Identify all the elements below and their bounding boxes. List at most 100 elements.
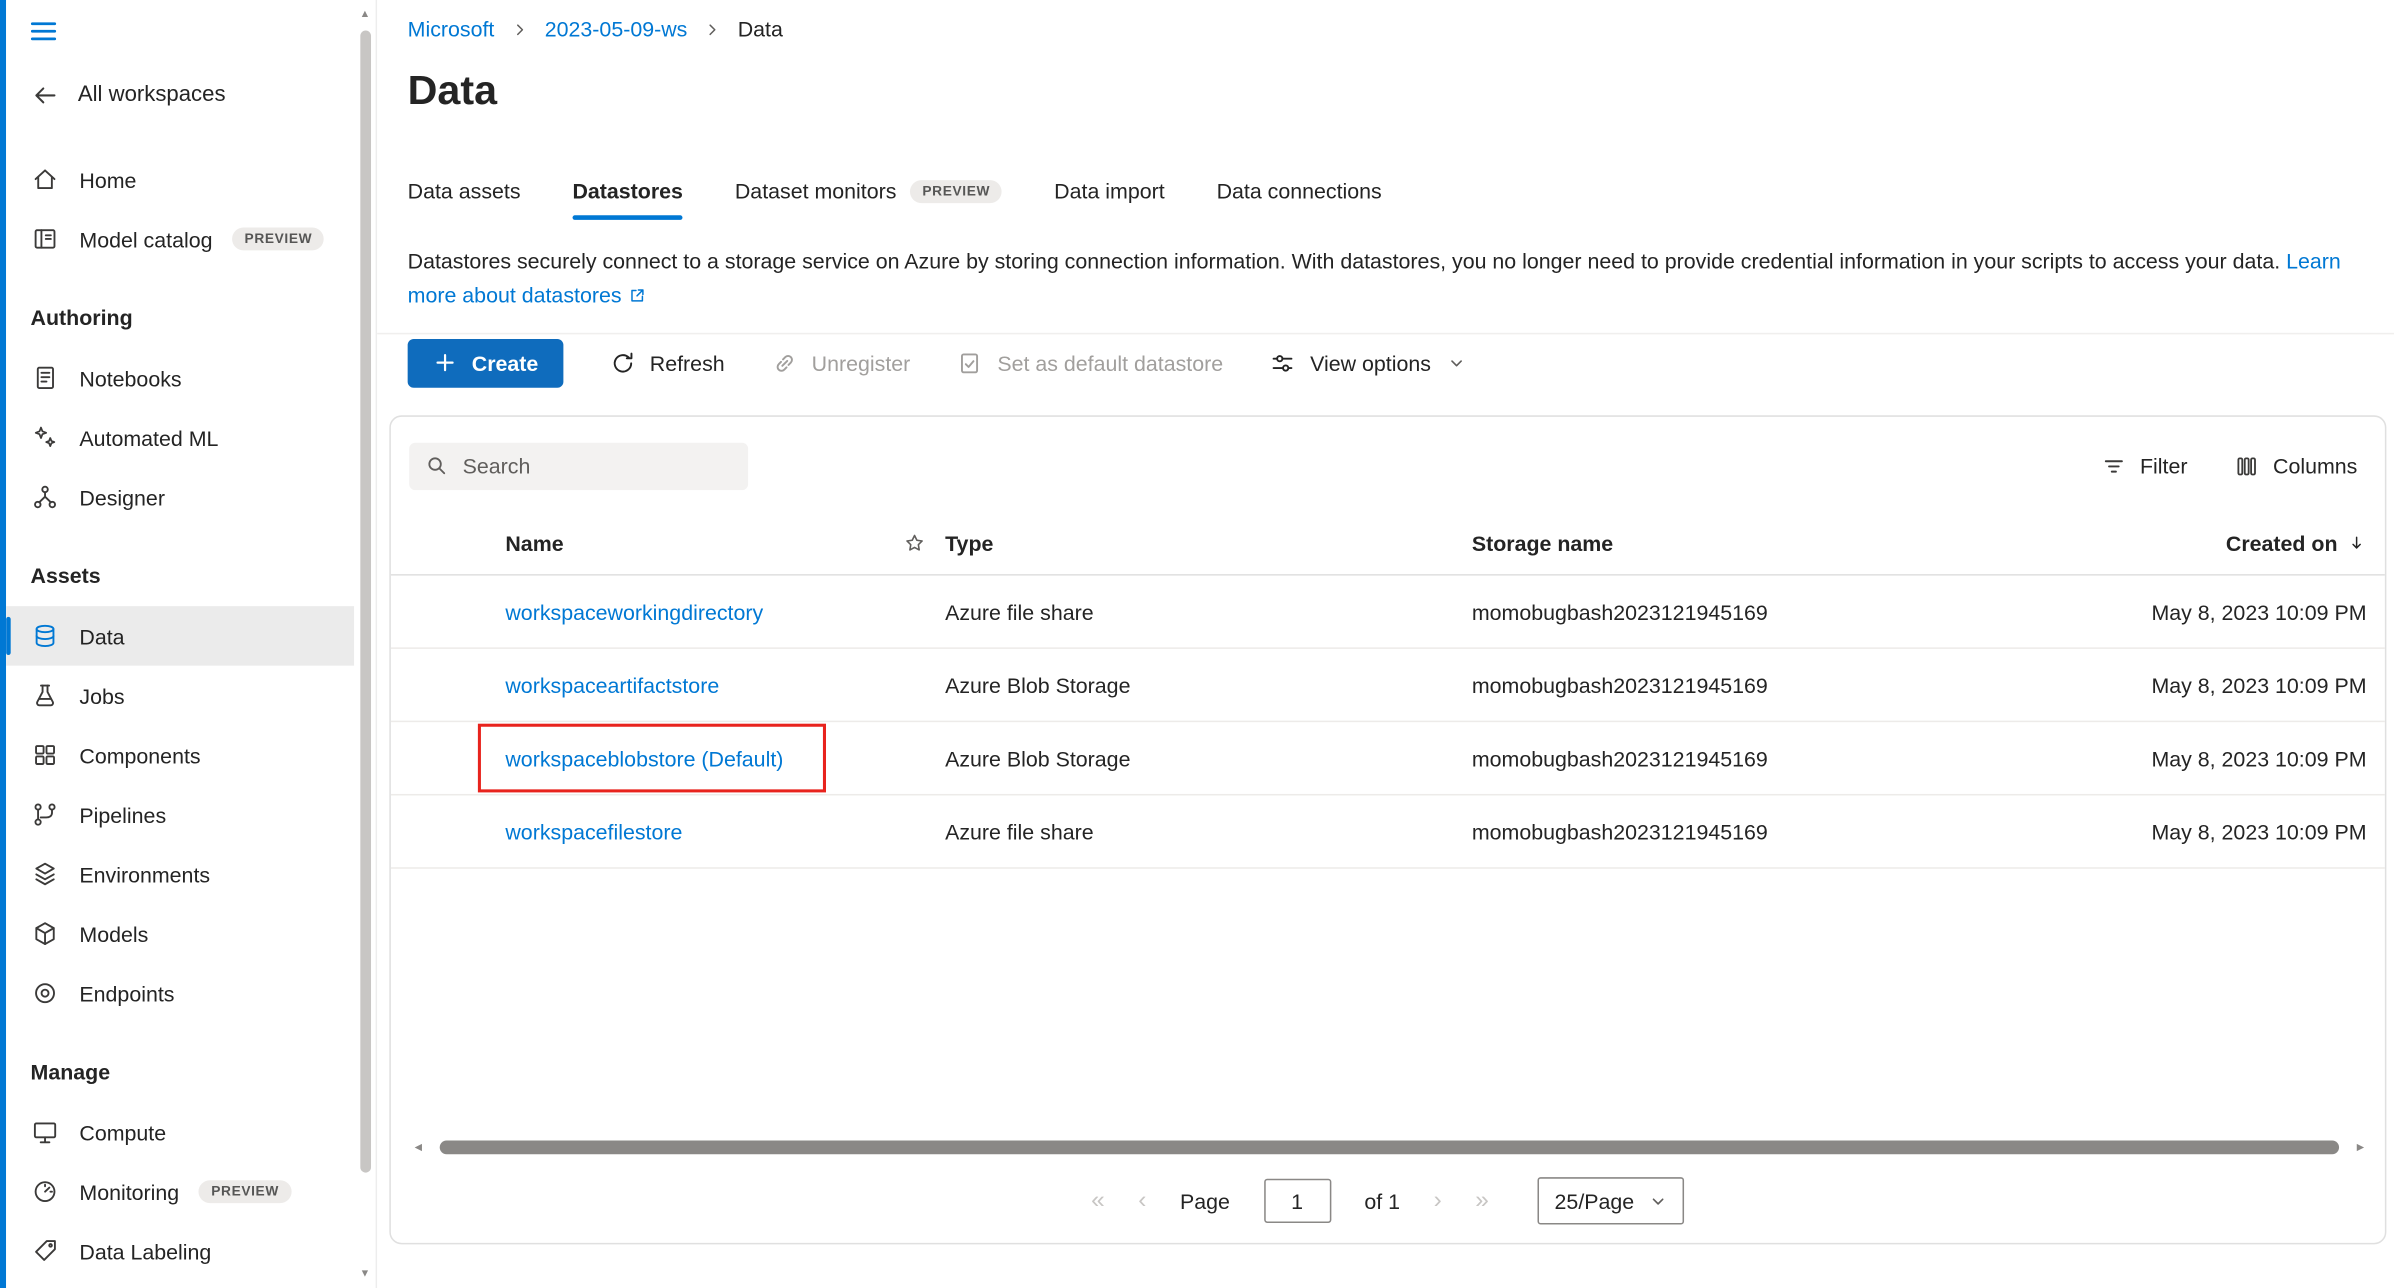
tab-datastores[interactable]: Datastores — [572, 179, 683, 220]
breadcrumb-item-workspace[interactable]: 2023-05-09-ws — [545, 17, 688, 41]
page-title: Data — [408, 67, 497, 114]
page-size-select[interactable]: 25/Page — [1538, 1177, 1685, 1224]
datastores-description: Datastores securely connect to a storage… — [408, 244, 2373, 311]
chevron-right-icon — [511, 21, 528, 38]
unregister-button[interactable]: Unregister — [770, 349, 910, 376]
sidebar-item-environments[interactable]: Environments — [6, 844, 354, 904]
nav-label: Monitoring — [79, 1179, 179, 1203]
page-number-input[interactable] — [1264, 1179, 1331, 1223]
nav-label: Model catalog — [79, 227, 212, 251]
breadcrumb-item-microsoft[interactable]: Microsoft — [408, 17, 495, 41]
set-default-datastore-button[interactable]: Set as default datastore — [956, 349, 1223, 376]
section-title-manage: Manage — [6, 1041, 354, 1102]
section-title-authoring: Authoring — [6, 287, 354, 348]
sidebar-item-monitoring[interactable]: Monitoring PREVIEW — [6, 1162, 354, 1222]
sidebar-scrollbar-thumb[interactable] — [360, 31, 371, 1173]
table-row[interactable]: workspaceblobstore (Default) Azure Blob … — [391, 722, 2385, 795]
nav-label: Environments — [79, 862, 210, 886]
all-workspaces-back-button[interactable]: All workspaces — [6, 70, 354, 119]
sidebar-item-endpoints[interactable]: Endpoints — [6, 963, 354, 1023]
columns-icon — [2233, 453, 2259, 479]
models-cube-icon — [31, 919, 60, 948]
refresh-button[interactable]: Refresh — [609, 349, 725, 376]
last-page-button[interactable]: » — [1475, 1189, 1489, 1213]
unregister-link-icon — [770, 349, 797, 376]
sidebar-item-designer[interactable]: Designer — [6, 467, 354, 527]
previous-page-button[interactable]: ‹ — [1138, 1189, 1146, 1213]
chevron-down-icon — [1649, 1192, 1667, 1210]
cell-storage-name: momobugbash2023121945169 — [1472, 673, 2019, 697]
cell-created-on: May 8, 2023 10:09 PM — [2018, 673, 2384, 697]
table-row[interactable]: workspaceartifactstore Azure Blob Storag… — [391, 649, 2385, 722]
breadcrumb: Microsoft 2023-05-09-ws Data — [408, 17, 783, 41]
first-page-button[interactable]: « — [1091, 1189, 1105, 1213]
scroll-left-arrow-icon[interactable]: ◄ — [409, 1141, 427, 1155]
environments-icon — [31, 860, 60, 889]
sidebar-item-models[interactable]: Models — [6, 904, 354, 964]
notebooks-icon — [31, 363, 60, 392]
column-header-storage-name[interactable]: Storage name — [1472, 531, 2019, 555]
command-bar: Create Refresh Unregister Set as default… — [377, 333, 2394, 391]
sidebar-item-automated-ml[interactable]: Automated ML — [6, 408, 354, 468]
preview-badge: PREVIEW — [232, 227, 324, 250]
sidebar-item-data[interactable]: Data — [6, 606, 354, 666]
column-header-type[interactable]: Type — [945, 531, 1472, 555]
favorite-star-icon[interactable] — [884, 531, 945, 555]
datastores-table: Name Type Storage name Created on worksp… — [391, 511, 2385, 868]
datastore-link[interactable]: workspacefilestore — [505, 819, 682, 843]
table-row[interactable]: workspacefilestore Azure file share momo… — [391, 795, 2385, 868]
nav-label: Models — [79, 921, 148, 945]
columns-button[interactable]: Columns — [2233, 453, 2357, 479]
tab-bar: Data assets Datastores Dataset monitorsP… — [408, 165, 1382, 220]
nav-label: Components — [79, 743, 200, 767]
sidebar-item-pipelines[interactable]: Pipelines — [6, 785, 354, 845]
jobs-flask-icon — [31, 681, 60, 710]
datastore-link-default[interactable]: workspaceblobstore (Default) — [505, 746, 783, 770]
breadcrumb-item-current: Data — [738, 17, 783, 41]
nav-label: Pipelines — [79, 802, 166, 826]
hamburger-menu-button[interactable] — [27, 12, 67, 49]
next-page-button[interactable]: › — [1434, 1189, 1442, 1213]
scroll-down-arrow-icon[interactable]: ▼ — [354, 1269, 375, 1280]
endpoints-icon — [31, 979, 60, 1008]
all-workspaces-label: All workspaces — [78, 82, 226, 106]
tab-data-assets[interactable]: Data assets — [408, 179, 521, 220]
sidebar-item-components[interactable]: Components — [6, 725, 354, 785]
horizontal-scrollbar-thumb[interactable] — [440, 1141, 2339, 1155]
datastore-link[interactable]: workspaceartifactstore — [505, 673, 719, 697]
monitoring-gauge-icon — [31, 1177, 60, 1206]
sidebar-scrollbar[interactable]: ▲ ▼ — [354, 0, 377, 1288]
tab-data-import[interactable]: Data import — [1054, 179, 1164, 220]
sidebar-item-data-labeling[interactable]: Data Labeling — [6, 1221, 354, 1281]
tab-data-connections[interactable]: Data connections — [1217, 179, 1382, 220]
column-header-name[interactable]: Name — [505, 531, 884, 555]
nav-label: Data Labeling — [79, 1239, 211, 1263]
sidebar-item-notebooks[interactable]: Notebooks — [6, 348, 354, 408]
sidebar-item-home[interactable]: Home — [6, 150, 354, 210]
filter-button[interactable]: Filter — [2100, 453, 2187, 479]
scroll-right-arrow-icon[interactable]: ► — [2351, 1141, 2369, 1155]
tab-dataset-monitors[interactable]: Dataset monitorsPREVIEW — [735, 179, 1002, 220]
cell-storage-name: momobugbash2023121945169 — [1472, 819, 2019, 843]
nav-label: Home — [79, 167, 136, 191]
chevron-right-icon — [704, 21, 721, 38]
filter-icon — [2100, 453, 2126, 479]
search-box[interactable] — [409, 442, 748, 489]
model-catalog-icon — [31, 224, 60, 253]
sidebar-item-jobs[interactable]: Jobs — [6, 666, 354, 726]
view-options-button[interactable]: View options — [1269, 349, 1466, 376]
create-button[interactable]: Create — [408, 338, 563, 387]
search-input[interactable] — [463, 453, 733, 477]
scroll-up-arrow-icon[interactable]: ▲ — [354, 9, 375, 20]
nav-label: Jobs — [79, 683, 124, 707]
datastore-link[interactable]: workspaceworkingdirectory — [505, 599, 763, 623]
horizontal-scrollbar[interactable]: ◄ ► — [409, 1137, 2369, 1157]
column-header-created-on[interactable]: Created on — [2018, 531, 2384, 555]
cell-type: Azure file share — [945, 599, 1472, 623]
app: All workspaces Home Model catalog PREVIE… — [0, 0, 2394, 1288]
nav-label: Notebooks — [79, 366, 181, 390]
sidebar-item-compute[interactable]: Compute — [6, 1102, 354, 1162]
table-row[interactable]: workspaceworkingdirectory Azure file sha… — [391, 576, 2385, 649]
nav-label: Data — [79, 624, 124, 648]
sidebar-item-model-catalog[interactable]: Model catalog PREVIEW — [6, 209, 354, 269]
